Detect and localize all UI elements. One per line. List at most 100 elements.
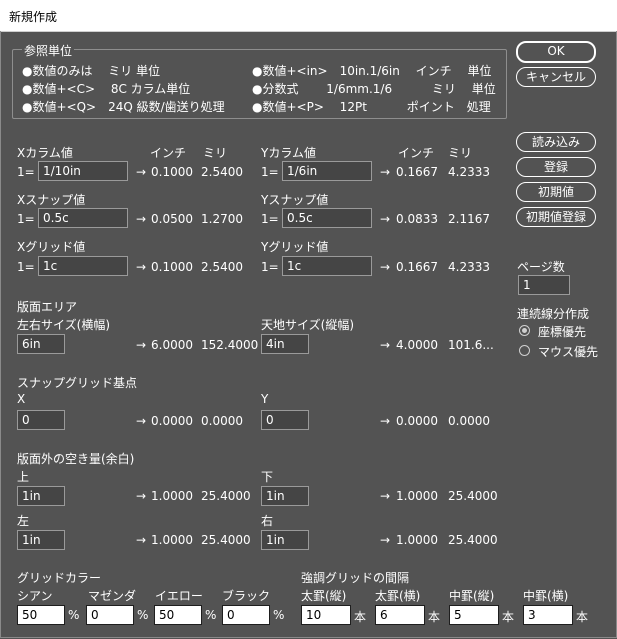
snap-origin-y-inch: 0.0000 [396, 414, 438, 428]
margin-top-inch: 1.0000 [151, 489, 193, 503]
page-area-label: 版面エリア [17, 300, 78, 314]
thick-v-label: 太罫(縦) [301, 589, 347, 603]
x-column-inch-header: インチ [150, 146, 187, 160]
x-column-arrow: → [136, 165, 147, 179]
y-column-arrow: → [380, 165, 391, 179]
margin-top-field[interactable] [17, 486, 65, 506]
mid-v-unit: 本 [502, 610, 515, 624]
yellow-field[interactable] [154, 605, 202, 625]
page-height-field[interactable] [261, 334, 309, 354]
emphasis-grid-label: 強調グリッドの間隔 [301, 571, 410, 585]
thick-v-unit: 本 [354, 610, 367, 624]
page-width-mm: 152.4000 [201, 338, 259, 352]
cyan-field[interactable] [17, 605, 65, 625]
snap-origin-y-arrow: → [380, 414, 391, 428]
mid-v-field[interactable] [449, 605, 499, 625]
ok-button[interactable]: OK [516, 41, 596, 63]
snap-origin-x-label: X [17, 392, 26, 406]
page-count-field[interactable] [518, 275, 570, 295]
y-grid-arrow: → [380, 260, 391, 274]
x-column-inch: 0.1000 [151, 165, 193, 179]
margin-right-inch: 1.0000 [396, 533, 438, 547]
units-row-3-left: ●数値+<Q> 24Q 級数/歯送り処理 [22, 100, 225, 114]
margin-left-label: 左 [17, 514, 30, 528]
coordinate-priority-radio[interactable] [519, 325, 530, 336]
margin-top-arrow: → [136, 489, 147, 503]
y-column-mm-header: ミリ [448, 146, 473, 160]
snap-origin-x-mm: 0.0000 [201, 414, 243, 428]
margin-bottom-mm: 25.4000 [448, 489, 498, 503]
snap-origin-y-field[interactable] [261, 410, 309, 430]
margin-bottom-field[interactable] [261, 486, 309, 506]
margin-right-arrow: → [380, 533, 391, 547]
y-snap-field[interactable] [282, 208, 372, 228]
x-snap-field[interactable] [38, 208, 128, 228]
page-height-arrow: → [380, 338, 391, 352]
mouse-priority-label[interactable]: マウス優先 [538, 343, 598, 360]
snap-origin-x-field[interactable] [17, 410, 65, 430]
page-width-field[interactable] [17, 334, 65, 354]
margin-left-mm: 25.4000 [201, 533, 251, 547]
y-grid-prefix: 1= [261, 260, 279, 274]
margin-bottom-arrow: → [380, 489, 391, 503]
defaults-button[interactable]: 初期値 [516, 182, 596, 202]
snap-origin-x-arrow: → [136, 414, 147, 428]
y-column-prefix: 1= [261, 165, 279, 179]
load-button[interactable]: 読み込み [516, 132, 596, 152]
yellow-label: イエロー [155, 589, 203, 603]
thick-h-field[interactable] [375, 605, 425, 625]
y-column-field[interactable] [282, 161, 372, 181]
y-column-inch-header: インチ [398, 146, 435, 160]
mid-v-label: 中罫(縦) [449, 589, 495, 603]
page-height-label: 天地サイズ(縦幅) [261, 318, 355, 332]
window-title: 新規作成 [9, 10, 58, 24]
x-grid-prefix: 1= [17, 260, 35, 274]
mid-h-label: 中罫(横) [523, 589, 569, 603]
units-row-2-left: ●数値+<C> 8C カラム単位 [22, 82, 191, 96]
units-group-title: 参照単位 [22, 42, 75, 59]
units-row-3-right: ●数値+<P> 12Pt ポイント 処理 [252, 100, 491, 114]
register-button[interactable]: 登録 [516, 157, 596, 177]
margin-left-inch: 1.0000 [151, 533, 193, 547]
y-snap-prefix: 1= [261, 212, 279, 226]
y-column-inch: 0.1667 [396, 165, 438, 179]
page-width-inch: 6.0000 [151, 338, 193, 352]
register-defaults-button[interactable]: 初期値登録 [516, 207, 596, 227]
y-snap-mm: 2.1167 [448, 212, 490, 226]
margin-bottom-inch: 1.0000 [396, 489, 438, 503]
y-grid-field[interactable] [282, 256, 372, 276]
margin-left-field[interactable] [17, 530, 65, 550]
new-document-dialog: 新規作成 参照単位 ●数値のみは ミリ 単位 ●数値+<in> 10in.1/6… [0, 0, 617, 639]
x-column-field[interactable] [38, 161, 128, 181]
yellow-percent: % [205, 608, 217, 622]
page-count-label: ページ数 [517, 260, 565, 274]
x-grid-inch: 0.1000 [151, 260, 193, 274]
cyan-percent: % [68, 608, 80, 622]
y-snap-label: Yスナップ値 [261, 193, 329, 207]
snap-origin-y-mm: 0.0000 [448, 414, 490, 428]
margin-right-label: 右 [261, 514, 274, 528]
title-bar: 新規作成 [0, 0, 617, 32]
margin-right-field[interactable] [261, 530, 309, 550]
cancel-button[interactable]: キャンセル [516, 67, 596, 87]
page-height-mm: 101.6... [448, 338, 494, 352]
margin-right-mm: 25.4000 [448, 533, 498, 547]
snap-origin-y-label: Y [261, 392, 269, 406]
margin-bottom-label: 下 [261, 470, 274, 484]
mouse-priority-radio[interactable] [519, 345, 530, 356]
mid-h-field[interactable] [523, 605, 573, 625]
y-grid-mm: 4.2333 [448, 260, 490, 274]
grid-color-label: グリッドカラー [17, 571, 102, 585]
coordinate-priority-label[interactable]: 座標優先 [538, 323, 586, 340]
margin-top-label: 上 [17, 470, 30, 484]
page-height-inch: 4.0000 [396, 338, 438, 352]
y-grid-inch: 0.1667 [396, 260, 438, 274]
thick-v-field[interactable] [301, 605, 351, 625]
magenta-field[interactable] [86, 605, 134, 625]
x-grid-field[interactable] [38, 256, 128, 276]
black-field[interactable] [222, 605, 270, 625]
x-grid-mm: 2.5400 [201, 260, 243, 274]
x-snap-prefix: 1= [17, 212, 35, 226]
y-snap-inch: 0.0833 [396, 212, 438, 226]
snap-origin-label: スナップグリッド基点 [17, 376, 138, 390]
